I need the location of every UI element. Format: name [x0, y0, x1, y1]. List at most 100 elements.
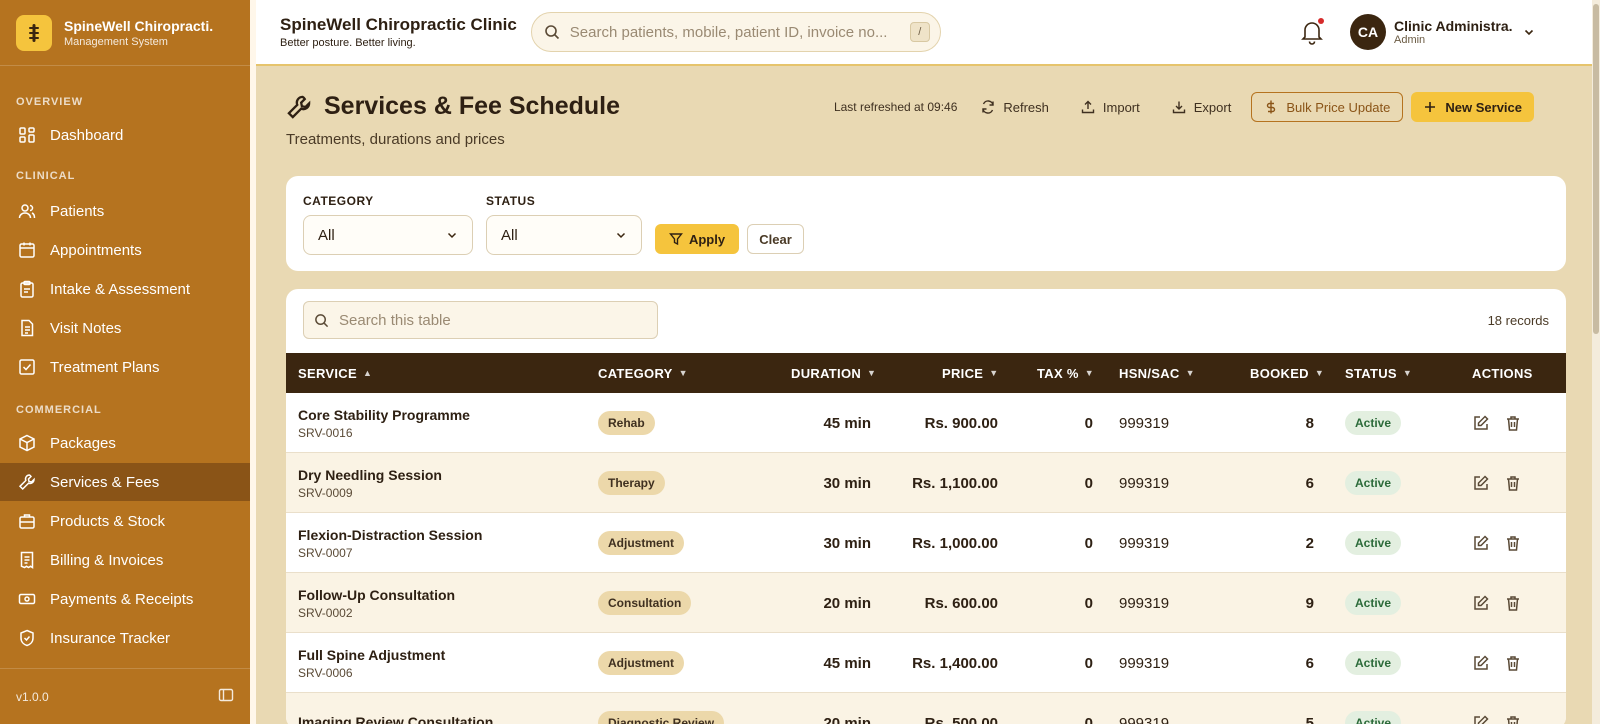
- booked-cell: 8: [1305, 414, 1314, 432]
- sidebar-item-services-fees[interactable]: Services & Fees: [0, 463, 250, 501]
- refresh-button[interactable]: Refresh: [969, 92, 1061, 122]
- category-cell: Rehab: [598, 393, 655, 453]
- chevron-down-icon: ▼: [1402, 368, 1413, 378]
- delete-icon[interactable]: [1504, 474, 1522, 492]
- sidebar-item-label: Insurance Tracker: [50, 629, 171, 647]
- user-menu[interactable]: CA Clinic Administra. Admin: [1350, 14, 1535, 50]
- brand[interactable]: SpineWell Chiropracti. Management System: [0, 0, 250, 66]
- users-icon: [18, 204, 36, 219]
- category-select[interactable]: All: [303, 215, 473, 255]
- category-cell: Diagnostic Review: [598, 693, 725, 724]
- sidebar-item-billing[interactable]: Billing & Invoices: [0, 541, 250, 579]
- service-name[interactable]: Follow-Up Consultation: [298, 587, 455, 603]
- scrollbar-thumb[interactable]: [1593, 4, 1599, 334]
- sidebar-item-patients[interactable]: Patients: [0, 192, 250, 230]
- edit-icon[interactable]: [1472, 714, 1490, 724]
- column-header-tax[interactable]: TAX % ▼: [1037, 353, 1094, 393]
- status-cell: Active: [1345, 393, 1402, 453]
- column-header-duration[interactable]: DURATION ▼: [791, 353, 876, 393]
- import-button[interactable]: Import: [1069, 92, 1152, 122]
- delete-icon[interactable]: [1504, 654, 1522, 672]
- sidebar-item-packages[interactable]: Packages: [0, 424, 250, 462]
- sort-ascending-icon: ▲: [362, 368, 373, 378]
- sidebar-item-products-stock[interactable]: Products & Stock: [0, 502, 250, 540]
- apply-filter-button[interactable]: Apply: [655, 224, 739, 254]
- table-search-input[interactable]: Search this table: [303, 301, 658, 339]
- wrench-icon: [287, 95, 311, 119]
- duration-cell: 20 min: [823, 594, 871, 612]
- edit-icon[interactable]: [1472, 654, 1490, 672]
- collapse-sidebar-icon[interactable]: [218, 687, 234, 706]
- duration-cell: 30 min: [823, 474, 871, 492]
- sidebar-item-treatment-plans[interactable]: Treatment Plans: [0, 348, 250, 386]
- service-name[interactable]: Flexion-Distraction Session: [298, 527, 482, 543]
- upload-icon: [1081, 100, 1095, 114]
- delete-icon[interactable]: [1504, 594, 1522, 612]
- column-header-category[interactable]: CATEGORY ▼: [598, 353, 688, 393]
- status-cell: Active: [1345, 453, 1402, 513]
- status-cell: Active: [1345, 513, 1402, 573]
- service-name[interactable]: Dry Needling Session: [298, 467, 442, 483]
- status-badge: Active: [1345, 471, 1402, 495]
- category-badge: Rehab: [598, 411, 655, 435]
- service-name[interactable]: Imaging Review Consultation: [298, 714, 493, 724]
- service-name[interactable]: Core Stability Programme: [298, 407, 470, 423]
- bulk-price-update-button[interactable]: Bulk Price Update: [1251, 92, 1404, 122]
- sidebar: SpineWell Chiropracti. Management System…: [0, 0, 256, 724]
- table-row[interactable]: Flexion-Distraction Session SRV-0007 Adjus…: [286, 513, 1566, 573]
- sidebar-item-insurance[interactable]: Insurance Tracker: [0, 619, 250, 657]
- export-button[interactable]: Export: [1160, 92, 1244, 122]
- service-code: SRV-0016: [298, 425, 353, 440]
- plus-icon: [1425, 102, 1436, 112]
- sidebar-item-visit-notes[interactable]: Visit Notes: [0, 309, 250, 347]
- delete-icon[interactable]: [1504, 714, 1522, 724]
- notifications-button[interactable]: [1298, 18, 1326, 46]
- edit-icon[interactable]: [1472, 594, 1490, 612]
- duration-cell: 45 min: [823, 414, 871, 432]
- sidebar-footer: v1.0.0: [0, 668, 250, 724]
- delete-icon[interactable]: [1504, 414, 1522, 432]
- column-header-hsn[interactable]: HSN/SAC ▼: [1119, 353, 1195, 393]
- table-row[interactable]: Full Spine Adjustment SRV-0006 Adjustment 4…: [286, 633, 1566, 693]
- table-row[interactable]: Follow-Up Consultation SRV-0002 Consultati…: [286, 573, 1566, 633]
- new-service-label: New Service: [1445, 99, 1522, 115]
- delete-icon[interactable]: [1504, 534, 1522, 552]
- grid-icon: [19, 127, 35, 143]
- booked-cell: 6: [1305, 654, 1314, 672]
- brand-name: SpineWell Chiropracti.: [64, 17, 214, 34]
- avatar: CA: [1350, 14, 1386, 50]
- chevron-down-icon: [616, 232, 626, 239]
- status-cell: Active: [1345, 693, 1402, 724]
- tax-cell: 0: [1084, 594, 1093, 612]
- column-header-status[interactable]: STATUS ▼: [1345, 353, 1412, 393]
- edit-icon[interactable]: [1472, 414, 1490, 432]
- table-row[interactable]: Core Stability Programme SRV-0016 Rehab 45 …: [286, 393, 1566, 453]
- sidebar-item-payments[interactable]: Payments & Receipts: [0, 580, 250, 618]
- table-row[interactable]: Dry Needling Session SRV-0009 Therapy 30 mi…: [286, 453, 1566, 513]
- sidebar-item-dashboard[interactable]: Dashboard: [0, 116, 250, 154]
- edit-icon[interactable]: [1472, 474, 1490, 492]
- new-service-button[interactable]: New Service: [1411, 92, 1534, 122]
- page-scrollbar[interactable]: [1592, 0, 1600, 724]
- sidebar-item-label: Treatment Plans: [50, 358, 160, 376]
- table-row[interactable]: Imaging Review Consultation Diagnostic Re…: [286, 693, 1566, 724]
- clinic-name: SpineWell Chiropractic Clinic: [280, 15, 517, 34]
- actions-cell: [1472, 513, 1522, 573]
- status-cell: Active: [1345, 573, 1402, 633]
- status-select[interactable]: All: [486, 215, 642, 255]
- global-search-input[interactable]: Search patients, mobile, patient ID, inv…: [530, 12, 941, 52]
- hsn-cell: 999319: [1119, 474, 1170, 492]
- sidebar-item-appointments[interactable]: Appointments: [0, 231, 250, 269]
- tax-cell: 0: [1084, 654, 1093, 672]
- service-code: SRV-0006: [298, 665, 353, 680]
- sidebar-item-intake[interactable]: Intake & Assessment: [0, 270, 250, 308]
- edit-icon[interactable]: [1472, 534, 1490, 552]
- column-header-price[interactable]: PRICE ▼: [942, 353, 998, 393]
- actions-cell: [1472, 633, 1522, 693]
- clear-filter-button[interactable]: Clear: [747, 224, 804, 254]
- sidebar-item-label: Products & Stock: [50, 512, 166, 530]
- service-name[interactable]: Full Spine Adjustment: [298, 647, 445, 663]
- column-header-booked[interactable]: BOOKED ▼: [1250, 353, 1324, 393]
- export-label: Export: [1193, 99, 1232, 115]
- column-header-service[interactable]: SERVICE ▲: [298, 353, 372, 393]
